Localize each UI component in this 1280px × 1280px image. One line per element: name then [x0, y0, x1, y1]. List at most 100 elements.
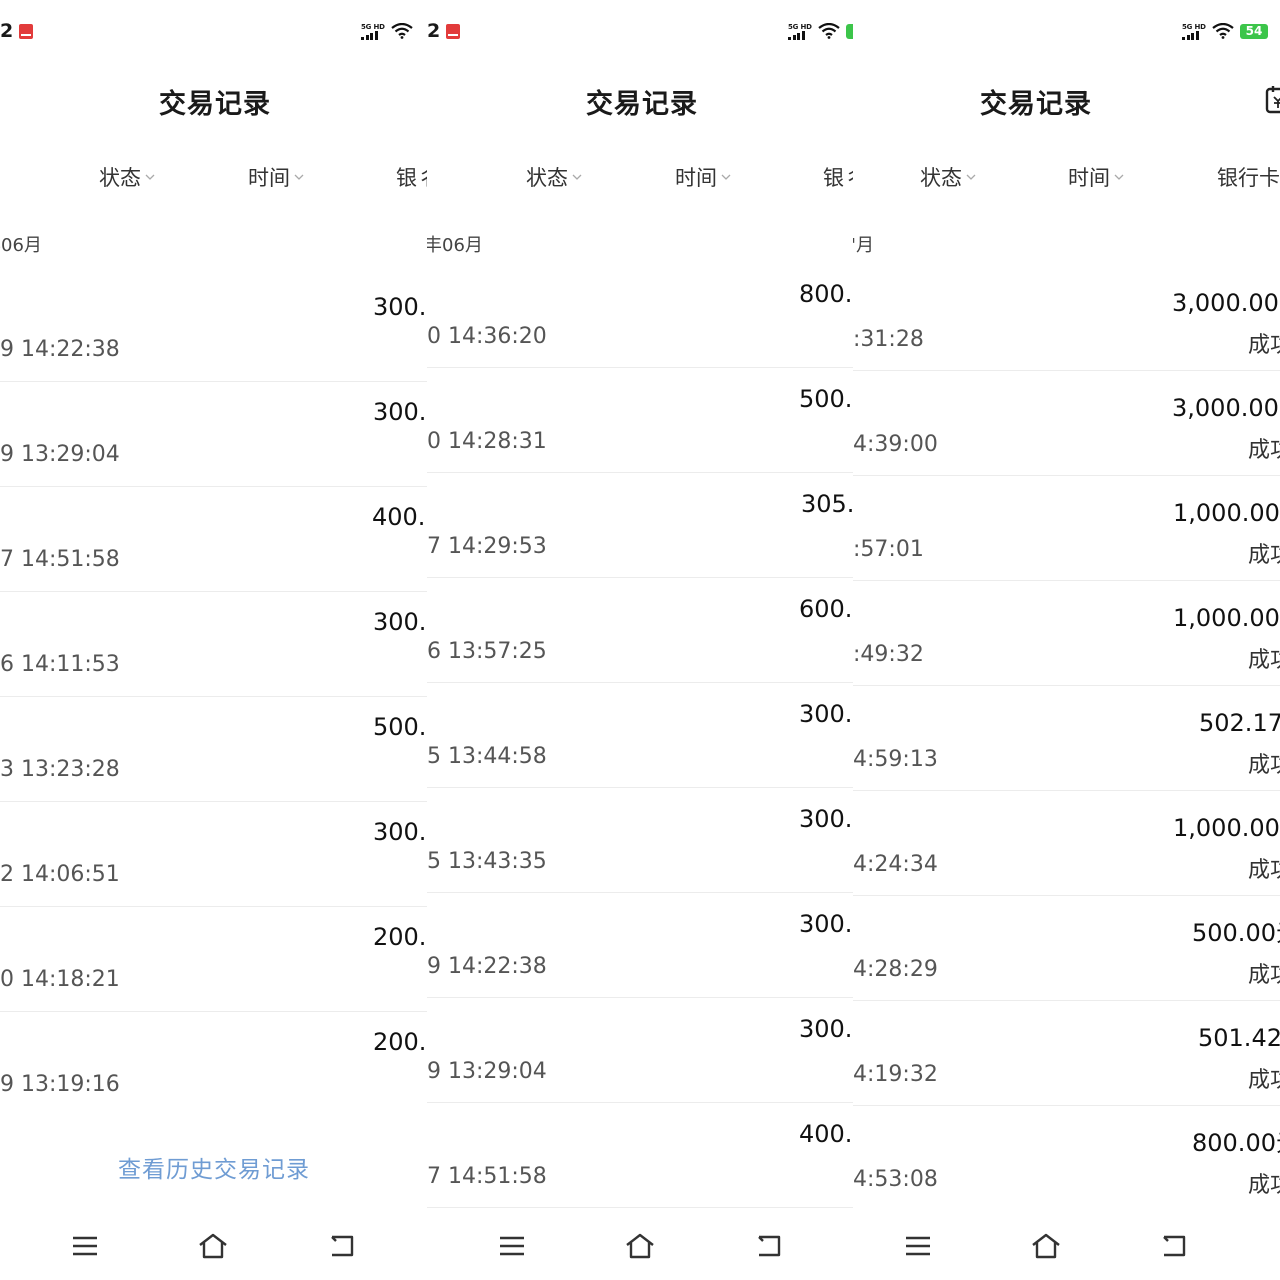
calendar-icon[interactable]	[1265, 84, 1280, 114]
transaction-amount: 300.(	[373, 608, 427, 636]
transaction-status: 成功	[1248, 648, 1280, 673]
transaction-time: 6 13:57:25	[427, 639, 547, 664]
transaction-row[interactable]: 300.( 9 13:29:04	[427, 998, 853, 1103]
transaction-row[interactable]: 500.00元 4:28:29 成功	[853, 896, 1280, 1001]
back-button[interactable]	[326, 1230, 358, 1262]
home-button[interactable]	[1030, 1230, 1062, 1262]
page-title: 交易记录	[586, 89, 698, 120]
transaction-time: :31:28	[853, 327, 924, 352]
menu-button[interactable]	[902, 1230, 934, 1262]
transaction-row[interactable]: 3,000.00元 :31:28 成功	[853, 266, 1280, 371]
transaction-status: 成功	[1248, 963, 1280, 988]
transaction-amount: 300.(	[373, 818, 427, 846]
news-app-icon	[446, 23, 461, 39]
home-button[interactable]	[624, 1230, 656, 1262]
transaction-time: 9 13:29:04	[0, 442, 120, 467]
filter-time[interactable]: 时间	[248, 162, 304, 192]
filter-bank-card[interactable]: 银彳	[396, 162, 427, 192]
transaction-amount: 500.(	[799, 385, 853, 413]
transaction-row[interactable]: 400.( 7 14:51:58	[427, 1103, 853, 1208]
transaction-status: 成功	[1248, 753, 1280, 778]
back-button[interactable]	[1158, 1230, 1190, 1262]
filter-bank-card[interactable]: 银彳	[823, 162, 853, 192]
cellular-signal-icon: 5G HD	[361, 23, 385, 40]
transaction-time: 4:24:34	[853, 852, 938, 877]
transaction-row[interactable]: 305.( 7 14:29:53	[427, 473, 853, 578]
menu-button[interactable]	[496, 1230, 528, 1262]
back-button[interactable]	[753, 1230, 785, 1262]
home-icon	[1032, 1233, 1060, 1259]
transaction-row[interactable]: 200.( 9 13:19:16	[0, 1012, 427, 1117]
menu-button[interactable]	[69, 1230, 101, 1262]
transaction-row[interactable]: 200.( 0 14:18:21	[0, 907, 427, 1012]
filter-bank-card[interactable]: 银行卡	[1217, 162, 1280, 192]
transaction-row[interactable]: 300.( 9 13:29:04	[0, 382, 427, 487]
status-bar-left: 2	[427, 18, 461, 44]
transaction-amount: 300.(	[799, 1015, 853, 1043]
transaction-amount: 800.(	[799, 280, 853, 308]
transaction-amount: 300.(	[373, 293, 427, 321]
transaction-amount: 200.(	[373, 1028, 427, 1056]
filter-status[interactable]: 状态	[526, 162, 582, 192]
view-history-link[interactable]: 查看历史交易记录	[118, 1150, 310, 1184]
menu-icon	[906, 1236, 930, 1256]
transaction-time: 7 14:51:58	[0, 547, 120, 572]
transaction-row[interactable]: 300.( 5 13:44:58	[427, 683, 853, 788]
transaction-amount: 800.00元	[1192, 1129, 1280, 1157]
transaction-row[interactable]: 500.( 3 13:23:28	[0, 697, 427, 802]
filter-time[interactable]: 时间	[1068, 162, 1124, 192]
transaction-time: 9 14:22:38	[0, 337, 120, 362]
transaction-row[interactable]: 500.( 0 14:28:31	[427, 368, 853, 473]
cellular-signal-icon: 5G HD	[1182, 23, 1206, 40]
cellular-signal-icon: 5G HD	[788, 23, 812, 40]
transaction-row[interactable]: 400.( 7 14:51:58	[0, 487, 427, 592]
transaction-amount: 305.(	[801, 490, 853, 518]
transaction-row[interactable]: 300.( 5 13:43:35	[427, 788, 853, 893]
transaction-status: 成功	[1248, 858, 1280, 883]
transaction-amount: 1,000.00元	[1173, 604, 1280, 632]
transaction-row[interactable]: 1,000.00元 :57:01 成功	[853, 476, 1280, 581]
transaction-row[interactable]: 300.( 9 14:22:38	[0, 277, 427, 382]
chevron-down-icon	[145, 174, 155, 180]
transaction-row[interactable]: 600.( 6 13:57:25	[427, 578, 853, 683]
transaction-row[interactable]: 800.00元 4:53:08 成功	[853, 1106, 1280, 1211]
transaction-amount: 200.(	[373, 923, 427, 951]
screenshot-panel-1: 2 5G HD 交易记录 状态 时间 银 06月 300. 9 14:22:38…	[0, 0, 427, 1280]
transaction-amount: 3,000.00元	[1172, 289, 1280, 317]
transaction-amount: 300.(	[799, 910, 853, 938]
month-header: 丰06月	[427, 235, 483, 256]
navigation-bar	[0, 1226, 427, 1266]
home-icon	[626, 1233, 654, 1259]
transaction-row[interactable]: 300.( 9 14:22:38	[427, 893, 853, 998]
transaction-time: 0 14:28:31	[427, 429, 547, 454]
page-title: 交易记录	[159, 89, 271, 120]
transaction-amount: 501.42元	[1198, 1024, 1280, 1052]
transaction-time: :49:32	[853, 642, 924, 667]
transaction-row[interactable]: 3,000.00元 4:39:00 成功	[853, 371, 1280, 476]
transaction-time: 0 14:18:21	[0, 967, 120, 992]
transaction-time: 7 14:29:53	[427, 534, 547, 559]
news-app-icon	[19, 23, 34, 39]
transaction-row[interactable]: 502.17元 4:59:13 成功	[853, 686, 1280, 791]
transaction-amount: 600.(	[799, 595, 853, 623]
transaction-row[interactable]: 1,000.00元 4:24:34 成功	[853, 791, 1280, 896]
chevron-down-icon	[966, 174, 976, 180]
transaction-status: 成功	[1248, 333, 1280, 358]
back-icon	[1163, 1235, 1186, 1257]
transaction-row[interactable]: 800.( 0 14:36:20	[427, 263, 853, 368]
home-button[interactable]	[197, 1230, 229, 1262]
chevron-down-icon	[572, 174, 582, 180]
chevron-down-icon	[294, 174, 304, 180]
filter-time[interactable]: 时间	[675, 162, 731, 192]
filter-status[interactable]: 状态	[99, 162, 155, 192]
filter-status[interactable]: 状态	[920, 162, 976, 192]
transaction-row[interactable]: 300.( 6 14:11:53	[0, 592, 427, 697]
transaction-amount: 1,000.00元	[1173, 499, 1280, 527]
transaction-row[interactable]: 300.( 2 14:06:51	[0, 802, 427, 907]
wifi-icon	[391, 23, 413, 39]
transaction-row[interactable]: 1,000.00元 :49:32 成功	[853, 581, 1280, 686]
transaction-amount: 500.(	[373, 713, 427, 741]
battery-icon	[846, 23, 853, 39]
transaction-row[interactable]: 501.42元 4:19:32 成功	[853, 1001, 1280, 1106]
menu-icon	[73, 1236, 97, 1256]
